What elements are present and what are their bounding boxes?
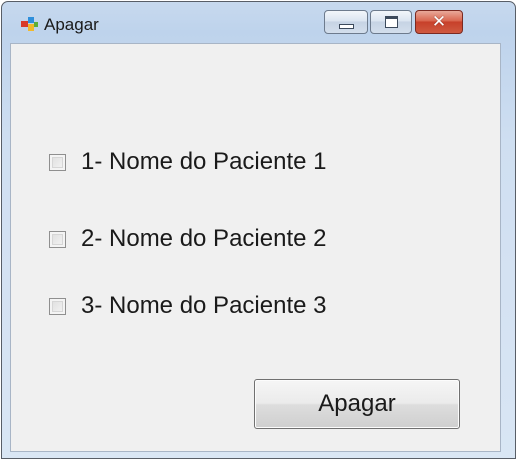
checkbox-box[interactable] <box>49 230 66 248</box>
checkbox-box[interactable] <box>49 153 66 171</box>
checkbox-paciente-2[interactable]: 2- Nome do Paciente 2 <box>49 225 326 253</box>
title-bar[interactable]: Apagar ✕ <box>2 2 515 42</box>
minimize-icon <box>338 23 354 29</box>
checkbox-box[interactable] <box>49 297 66 315</box>
app-icon <box>21 17 38 31</box>
window-title: Apagar <box>44 15 99 34</box>
apagar-button[interactable]: Apagar <box>254 379 460 429</box>
form-client-area: 1- Nome do Paciente 1 2- Nome do Pacient… <box>10 43 501 452</box>
checkbox-label[interactable]: 2- Nome do Paciente 2 <box>81 225 326 253</box>
close-button[interactable]: ✕ <box>415 10 463 34</box>
maximize-icon <box>384 16 398 28</box>
maximize-button[interactable] <box>370 10 412 34</box>
checkbox-paciente-3[interactable]: 3- Nome do Paciente 3 <box>49 292 326 320</box>
checkbox-label[interactable]: 3- Nome do Paciente 3 <box>81 292 326 320</box>
checkbox-paciente-1[interactable]: 1- Nome do Paciente 1 <box>49 148 326 176</box>
close-icon: ✕ <box>431 11 447 32</box>
minimize-button[interactable] <box>324 10 368 34</box>
app-window: Apagar ✕ 1- Nome do Paciente 1 2- Nome d… <box>1 1 516 459</box>
checkbox-label[interactable]: 1- Nome do Paciente 1 <box>81 148 326 176</box>
